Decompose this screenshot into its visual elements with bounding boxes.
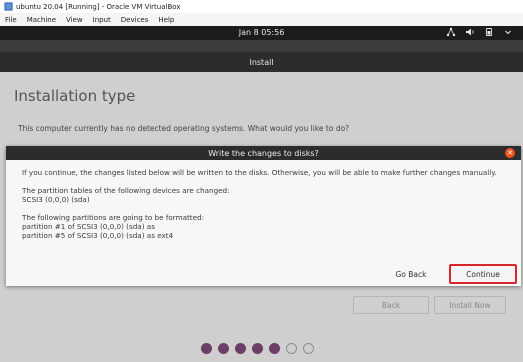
go-back-button[interactable]: Go Back bbox=[378, 266, 444, 283]
virtualbox-menu-bar: File Machine View Input Devices Help bbox=[0, 13, 523, 26]
progress-dot bbox=[252, 343, 263, 354]
dialog-intro: If you continue, the changes listed belo… bbox=[22, 168, 497, 177]
progress-dots bbox=[201, 343, 314, 354]
clock[interactable]: Jan 8 05:56 bbox=[0, 28, 523, 37]
installer-title: Install bbox=[0, 52, 523, 72]
format-heading: The following partitions are going to be… bbox=[22, 213, 205, 222]
menu-help[interactable]: Help bbox=[158, 16, 174, 24]
menu-input[interactable]: Input bbox=[93, 16, 111, 24]
continue-button[interactable]: Continue bbox=[449, 264, 517, 284]
chevron-down-icon bbox=[505, 30, 511, 35]
menu-machine[interactable]: Machine bbox=[27, 16, 56, 24]
changed-device: SCSI3 (0,0,0) (sda) bbox=[22, 195, 90, 204]
progress-dot bbox=[235, 343, 246, 354]
progress-dot bbox=[286, 343, 297, 354]
window-title: ubuntu 20.04 [Running] - Oracle VM Virtu… bbox=[16, 2, 181, 11]
virtualbox-icon bbox=[4, 2, 13, 11]
progress-dot bbox=[269, 343, 280, 354]
back-button[interactable]: Back bbox=[353, 296, 429, 314]
format-item: partition #5 of SCSI3 (0,0,0) (sda) as e… bbox=[22, 231, 174, 240]
progress-dot bbox=[218, 343, 229, 354]
virtualbox-title-bar: ubuntu 20.04 [Running] - Oracle VM Virtu… bbox=[0, 0, 523, 13]
close-icon[interactable]: ✕ bbox=[505, 148, 515, 158]
progress-dot bbox=[201, 343, 212, 354]
power-icon bbox=[486, 28, 492, 36]
menu-file[interactable]: File bbox=[5, 16, 17, 24]
dialog-body: If you continue, the changes listed belo… bbox=[22, 168, 512, 240]
volume-icon bbox=[466, 28, 474, 36]
write-changes-dialog: Write the changes to disks? ✕ If you con… bbox=[6, 146, 521, 286]
install-now-button[interactable]: Install Now bbox=[434, 296, 506, 314]
ubuntu-top-bar: Jan 8 05:56 bbox=[0, 26, 523, 40]
system-tray[interactable] bbox=[446, 27, 513, 37]
page-heading: Installation type bbox=[14, 87, 136, 105]
page-description: This computer currently has no detected … bbox=[18, 124, 350, 133]
network-icon bbox=[446, 27, 456, 37]
progress-dot bbox=[303, 343, 314, 354]
changed-devices-heading: The partition tables of the following de… bbox=[22, 186, 230, 195]
format-item: partition #1 of SCSI3 (0,0,0) (sda) as bbox=[22, 222, 155, 231]
menu-view[interactable]: View bbox=[66, 16, 83, 24]
dialog-title-bar: Write the changes to disks? ✕ bbox=[6, 146, 521, 160]
menu-devices[interactable]: Devices bbox=[121, 16, 149, 24]
dialog-title: Write the changes to disks? bbox=[208, 148, 319, 158]
